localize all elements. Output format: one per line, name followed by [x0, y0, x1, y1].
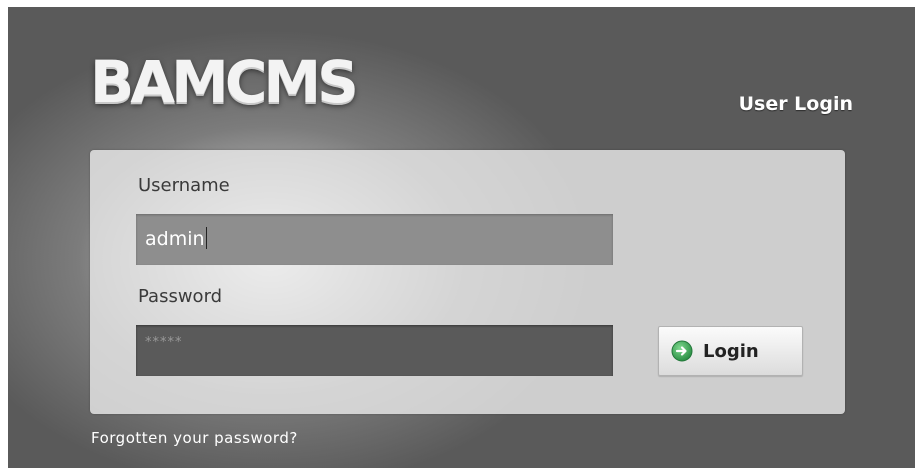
panel-title: User Login — [738, 93, 853, 115]
text-caret — [205, 227, 207, 249]
username-input[interactable]: admin — [136, 214, 613, 265]
bamcms-logo: BAMCMS — [90, 48, 359, 116]
forgot-password-link[interactable]: Forgotten your password? — [91, 429, 298, 447]
login-form: Username admin Password ***** Login — [90, 150, 845, 414]
password-input[interactable]: ***** — [136, 325, 613, 376]
password-label: Password — [138, 286, 223, 307]
password-masked-value: ***** — [145, 335, 183, 350]
username-value: admin — [145, 228, 205, 250]
login-button-label: Login — [703, 340, 759, 362]
arrow-right-circle-icon — [671, 340, 693, 362]
login-panel: BAMCMS BAMCMS User Login Username admin … — [8, 7, 915, 468]
username-label: Username — [138, 175, 230, 196]
login-button[interactable]: Login — [658, 326, 803, 376]
logo-reflection: BAMCMS — [90, 125, 450, 149]
